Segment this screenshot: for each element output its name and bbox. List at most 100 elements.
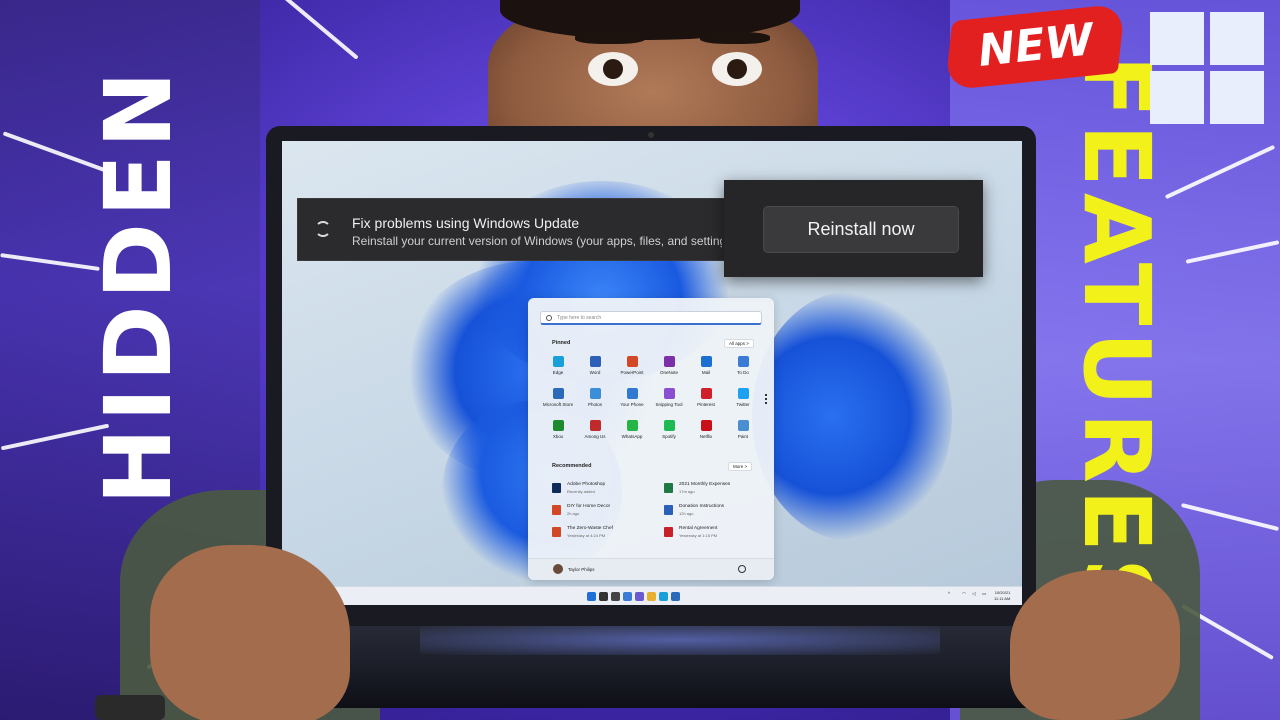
twitter-icon — [737, 388, 749, 399]
wristwatch — [95, 695, 165, 720]
search-icon[interactable] — [599, 592, 608, 601]
pinned-app-label: Netflix — [699, 434, 713, 439]
pinned-app[interactable]: Xbox — [540, 420, 576, 439]
edge-icon — [552, 356, 564, 367]
powerpoint-icon — [626, 356, 638, 367]
start-footer: Taylor Philips — [528, 558, 774, 580]
recommended-item[interactable]: Rental Agreement Yesterday at 1:15 PM — [664, 525, 768, 543]
pinned-app[interactable]: To Do — [725, 356, 761, 375]
page-dots-icon[interactable] — [765, 394, 767, 406]
pinned-app-label: Word — [589, 370, 601, 375]
recommended-subtitle: 2h ago — [567, 511, 580, 516]
pinned-app-label: Your Phone — [620, 402, 644, 407]
person-brow-left — [575, 32, 645, 44]
pinned-app[interactable]: Snipping Tool — [651, 388, 687, 407]
store-icon[interactable] — [671, 592, 680, 601]
start-search-input[interactable]: Type here to search — [540, 311, 762, 325]
battery-icon[interactable]: ▭ — [982, 591, 986, 597]
avatar[interactable] — [553, 564, 563, 574]
pinned-app-label: Among Us — [584, 434, 606, 439]
snipping-icon — [663, 388, 675, 399]
pdf-icon — [664, 527, 673, 537]
widgets-icon[interactable] — [623, 592, 632, 601]
pinned-app[interactable]: Among Us — [577, 420, 613, 439]
wallpaper-bloom — [752, 291, 952, 541]
word-icon — [589, 356, 601, 367]
powerpoint-file-icon — [552, 505, 561, 515]
pinned-app[interactable]: Netflix — [688, 420, 724, 439]
pinned-app[interactable]: Pinterest — [688, 388, 724, 407]
pinned-app[interactable]: PowerPoint — [614, 356, 650, 375]
power-icon[interactable] — [738, 565, 746, 573]
hidden-title: HIDDEN — [85, 65, 192, 505]
notification-description: Reinstall your current version of Window… — [352, 234, 722, 248]
windows-start-icon[interactable] — [587, 592, 596, 601]
pinned-app[interactable]: Twitter — [725, 388, 761, 407]
notification-title: Fix problems using Windows Update — [352, 215, 580, 231]
features-title: FEATURES — [1063, 55, 1170, 631]
chat-icon[interactable] — [635, 592, 644, 601]
pinned-app[interactable]: Mail — [688, 356, 724, 375]
wifi-icon[interactable]: ◠ — [962, 591, 966, 597]
recommended-subtitle: Yesterday at 4:24 PM — [567, 533, 606, 538]
pinned-app[interactable]: Paint — [725, 420, 761, 439]
taskbar: ^ ◠ ◁ ▭ 10/20/21 11:11 AM — [282, 586, 1022, 605]
pinned-app-label: Snipping Tool — [655, 402, 683, 407]
store-icon — [552, 388, 564, 399]
taskbar-clock[interactable]: 10/20/21 11:11 AM — [994, 590, 1010, 602]
recommended-heading: Recommended — [552, 463, 592, 469]
pinned-app-label: Twitter — [736, 402, 750, 407]
more-button[interactable]: More > — [728, 462, 753, 471]
pinned-heading: Pinned — [552, 340, 571, 346]
pinned-app-label: Pinterest — [697, 402, 715, 407]
spotify-icon — [663, 420, 675, 431]
pinned-app[interactable]: Photos — [577, 388, 613, 407]
pinned-app[interactable]: Microsoft Store — [540, 388, 576, 407]
pinned-app-label: Mail — [701, 370, 711, 375]
recommended-title: Rental Agreement — [679, 526, 718, 531]
volume-icon[interactable]: ◁ — [972, 591, 975, 597]
photoshop-icon — [552, 483, 561, 493]
person-hand-right — [1010, 570, 1180, 720]
recommended-item[interactable]: DIY for Home Decor 2h ago — [552, 503, 656, 521]
person-brow-right — [700, 32, 770, 44]
recommended-item[interactable]: Adobe Photoshop Recently added — [552, 481, 656, 499]
tray-chevron-icon[interactable]: ^ — [948, 591, 950, 596]
user-name[interactable]: Taylor Philips — [568, 567, 595, 572]
task-view-icon[interactable] — [611, 592, 620, 601]
pinned-app[interactable]: Spotify — [651, 420, 687, 439]
mail-icon — [700, 356, 712, 367]
photos-icon — [589, 388, 601, 399]
onenote-icon — [663, 356, 675, 367]
laptop-keyboard-glow — [420, 625, 940, 655]
pinned-app-label: Spotify — [662, 434, 676, 439]
all-apps-button[interactable]: All apps > — [724, 339, 754, 348]
start-menu: Type here to search Pinned All apps > Ed… — [528, 298, 774, 580]
pinned-app[interactable]: Your Phone — [614, 388, 650, 407]
file-explorer-icon[interactable] — [647, 592, 656, 601]
recommended-title: DIY for Home Decor — [567, 504, 611, 509]
pinned-app[interactable]: Edge — [540, 356, 576, 375]
recommended-item[interactable]: The Zero-Waste Chef Yesterday at 4:24 PM — [552, 525, 656, 543]
among-us-icon — [589, 420, 601, 431]
recommended-title: The Zero-Waste Chef — [567, 526, 613, 531]
recommended-subtitle: 12h ago — [679, 511, 694, 516]
webcam-icon — [648, 132, 654, 138]
recommended-item[interactable]: 2021 Monthly Expenses 17m ago — [664, 481, 768, 499]
pinned-app-label: Paint — [737, 434, 749, 439]
recommended-item[interactable]: Donation Instructions 12h ago — [664, 503, 768, 521]
reinstall-now-button[interactable]: Reinstall now — [763, 206, 959, 253]
pinned-app[interactable]: OneNote — [651, 356, 687, 375]
windows-logo-icon — [1150, 12, 1264, 124]
recommended-subtitle: Recently added — [567, 489, 595, 494]
whatsapp-icon — [626, 420, 638, 431]
person-eye-left — [588, 52, 638, 86]
search-placeholder: Type here to search — [557, 315, 602, 321]
recommended-title: Adobe Photoshop — [567, 482, 606, 487]
reinstall-panel: Reinstall now — [724, 180, 983, 277]
excel-icon — [664, 483, 673, 493]
word-file-icon — [664, 505, 673, 515]
edge-icon[interactable] — [659, 592, 668, 601]
pinned-app[interactable]: WhatsApp — [614, 420, 650, 439]
pinned-app[interactable]: Word — [577, 356, 613, 375]
